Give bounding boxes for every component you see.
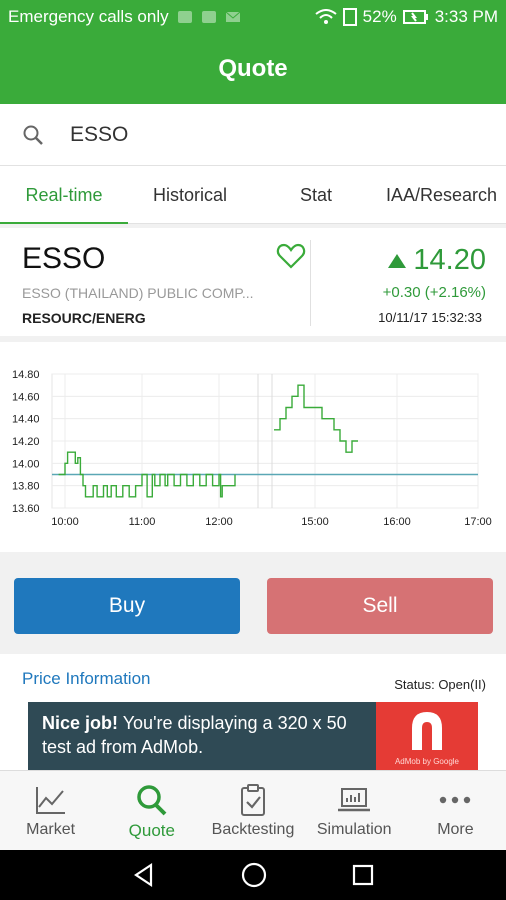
carrier-text: Emergency calls only bbox=[8, 7, 169, 26]
mail-icon bbox=[225, 11, 240, 22]
nav-more[interactable]: More bbox=[405, 771, 506, 850]
notification-icon bbox=[177, 11, 192, 23]
triangle-up-icon bbox=[388, 253, 407, 268]
page-title: Quote bbox=[218, 55, 288, 82]
clipboard-check-icon bbox=[241, 784, 265, 816]
sector-label: RESOURC/ENERG bbox=[22, 310, 146, 326]
x-tick-label: 15:00 bbox=[301, 516, 329, 528]
system-nav-bar bbox=[0, 850, 506, 900]
ad-text: Nice job! You're displaying a 320 x 50 t… bbox=[42, 713, 347, 757]
more-dots-icon bbox=[440, 796, 471, 804]
divider bbox=[310, 240, 311, 326]
heart-icon[interactable] bbox=[276, 242, 306, 270]
tab-historical[interactable]: Historical bbox=[128, 166, 252, 224]
wifi-icon bbox=[315, 9, 337, 24]
quote-tabs: Real-time Historical Stat IAA/Research bbox=[0, 166, 506, 225]
market-status: Status: Open(II) bbox=[394, 677, 486, 692]
ad-banner[interactable]: Nice job! You're displaying a 320 x 50 t… bbox=[28, 702, 478, 770]
nav-simulation[interactable]: Simulation bbox=[304, 771, 405, 850]
y-tick-label: 13.60 bbox=[12, 503, 40, 515]
sim-icon bbox=[342, 8, 357, 26]
chart-line-icon bbox=[35, 787, 65, 814]
company-name: ESSO (THAILAND) PUBLIC COMP... bbox=[22, 285, 254, 301]
price-value: 14.20 bbox=[413, 244, 486, 276]
intraday-chart: 14.80 14.60 14.40 14.20 14.00 13.80 13.60 10:00… bbox=[0, 342, 506, 552]
search-icon[interactable] bbox=[22, 124, 44, 146]
x-tick-label: 12:00 bbox=[205, 516, 233, 528]
admob-caption: AdMob by Google bbox=[394, 757, 460, 766]
price-change: +0.30 (+2.16%) bbox=[382, 284, 486, 301]
y-tick-label: 13.80 bbox=[12, 481, 40, 493]
admob-logo: AdMob by Google bbox=[376, 702, 478, 770]
clock: 3:33 PM bbox=[434, 7, 498, 26]
last-price: 14.20 bbox=[387, 244, 486, 277]
tab-iaa-research[interactable]: IAA/Research bbox=[380, 166, 506, 224]
recents-icon[interactable] bbox=[351, 863, 375, 887]
status-bar: Emergency calls only 52% 3:33 PM bbox=[0, 0, 506, 34]
stock-symbol: ESSO bbox=[22, 242, 106, 275]
y-tick-label: 14.20 bbox=[12, 436, 40, 448]
battery-percent: 52% bbox=[362, 7, 397, 26]
laptop-chart-icon bbox=[338, 788, 371, 812]
x-tick-label: 10:00 bbox=[51, 516, 79, 528]
tab-real-time[interactable]: Real-time bbox=[0, 166, 128, 225]
search-bar[interactable] bbox=[0, 104, 506, 166]
y-tick-label: 14.40 bbox=[12, 414, 40, 426]
battery-icon bbox=[402, 10, 428, 24]
chart-svg: 14.80 14.60 14.40 14.20 14.00 13.80 13.60 10:00… bbox=[12, 369, 492, 528]
app-bar: Quote bbox=[0, 34, 506, 104]
sell-button[interactable]: Sell bbox=[267, 578, 493, 634]
nav-backtesting[interactable]: Backtesting bbox=[202, 771, 303, 850]
home-icon[interactable] bbox=[240, 861, 268, 889]
price-information-title[interactable]: Price Information bbox=[22, 669, 151, 689]
quote-datetime: 10/11/17 15:32:33 bbox=[378, 310, 482, 325]
x-tick-label: 16:00 bbox=[383, 516, 411, 528]
y-tick-label: 14.00 bbox=[12, 458, 40, 470]
stock-summary-card: ESSO ESSO (THAILAND) PUBLIC COMP... RESO… bbox=[0, 228, 506, 336]
y-tick-label: 14.80 bbox=[12, 369, 40, 381]
bottom-nav: Market Quote Backtesting Simulation More bbox=[0, 770, 506, 850]
tab-stat[interactable]: Stat bbox=[252, 166, 380, 224]
search-input[interactable] bbox=[70, 122, 450, 147]
x-tick-label: 17:00 bbox=[464, 516, 492, 528]
facebook-icon bbox=[201, 11, 216, 23]
buy-button[interactable]: Buy bbox=[14, 578, 240, 634]
y-tick-label: 14.60 bbox=[12, 391, 40, 403]
nav-quote[interactable]: Quote bbox=[101, 771, 202, 850]
search-icon bbox=[137, 785, 167, 816]
admob-icon bbox=[412, 712, 442, 750]
nav-market[interactable]: Market bbox=[0, 771, 101, 850]
back-icon[interactable] bbox=[131, 862, 157, 888]
x-tick-label: 11:00 bbox=[129, 516, 156, 528]
